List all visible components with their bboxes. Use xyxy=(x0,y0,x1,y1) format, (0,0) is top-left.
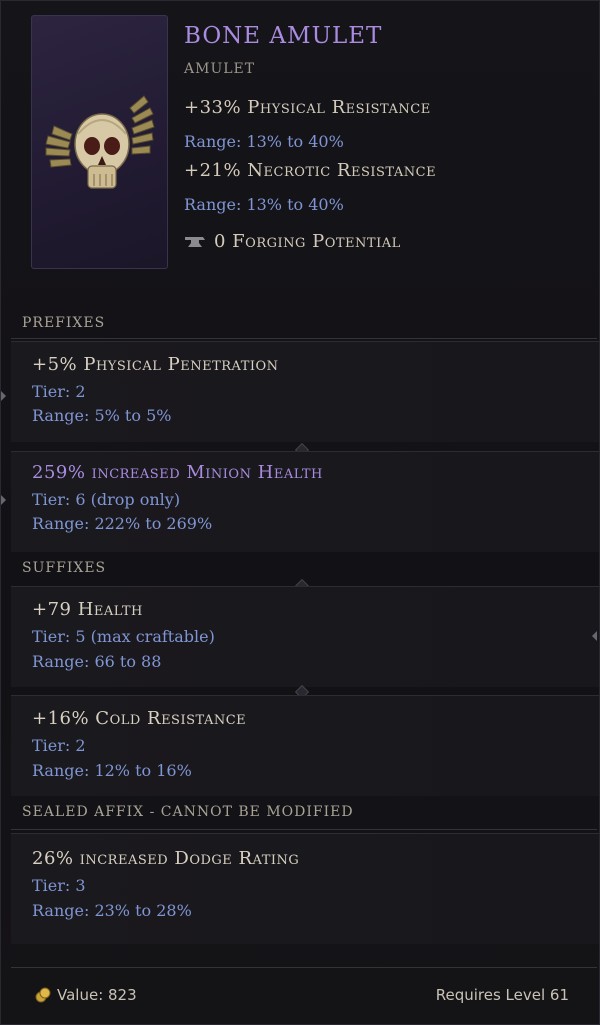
affix-range: Range: 5% to 5% xyxy=(32,406,172,425)
footer-divider xyxy=(11,967,597,968)
skull-amulet-icon xyxy=(45,95,155,189)
required-level: Requires Level 61 xyxy=(435,986,569,1004)
item-value-text: Value: 823 xyxy=(57,986,137,1004)
sealed-affix-heading: SEALED AFFIX - CANNOT BE MODIFIED xyxy=(22,804,354,820)
item-tooltip: BONE AMULET AMULET +33% Physical Resista… xyxy=(0,0,600,1025)
forging-potential-text: 0 Forging Potential xyxy=(214,231,401,252)
affix-marker-icon xyxy=(1,495,6,505)
affix-marker-icon xyxy=(592,631,597,641)
implicit-2-text: +21% Necrotic Resistance xyxy=(184,160,437,181)
affix-range: Range: 23% to 28% xyxy=(32,901,192,920)
forging-potential: 0 Forging Potential xyxy=(184,231,401,252)
affix-name: +79 Health xyxy=(32,599,143,620)
affix-row[interactable]: +79 Health Tier: 5 (max craftable) Range… xyxy=(11,586,599,687)
affix-tier: Tier: 2 xyxy=(32,736,86,755)
affix-range: Range: 66 to 88 xyxy=(32,652,162,671)
affix-marker-icon xyxy=(1,391,6,401)
section-divider xyxy=(11,338,597,339)
affix-row[interactable]: 259% increased Minion Health Tier: 6 (dr… xyxy=(11,451,599,552)
affix-tier: Tier: 3 xyxy=(32,876,86,895)
affix-row[interactable]: +5% Physical Penetration Tier: 2 Range: … xyxy=(11,341,599,442)
suffixes-heading: SUFFIXES xyxy=(22,560,107,576)
affix-name: +5% Physical Penetration xyxy=(32,354,279,375)
item-type: AMULET xyxy=(184,61,256,77)
affix-tier: Tier: 6 (drop only) xyxy=(32,490,181,509)
item-value: Value: 823 xyxy=(35,986,137,1004)
affix-name: +16% Cold Resistance xyxy=(32,708,247,729)
affix-name: 259% increased Minion Health xyxy=(32,462,323,483)
affix-row[interactable]: +16% Cold Resistance Tier: 2 Range: 12% … xyxy=(11,695,599,796)
affix-tier: Tier: 2 xyxy=(32,382,86,401)
affix-tier: Tier: 5 (max craftable) xyxy=(32,627,215,646)
section-divider xyxy=(11,829,597,830)
item-name: BONE AMULET xyxy=(184,23,383,49)
affix-row[interactable]: 26% increased Dodge Rating Tier: 3 Range… xyxy=(11,833,599,944)
affix-range: Range: 12% to 16% xyxy=(32,761,192,780)
implicit-1-text: +33% Physical Resistance xyxy=(184,97,431,118)
gold-coins-icon xyxy=(35,987,51,1003)
anvil-icon xyxy=(185,236,205,247)
implicit-2-range: Range: 13% to 40% xyxy=(184,195,344,214)
prefixes-heading: PREFIXES xyxy=(22,315,106,331)
implicit-1-range: Range: 13% to 40% xyxy=(184,132,344,151)
affix-range: Range: 222% to 269% xyxy=(32,514,213,533)
affix-name: 26% increased Dodge Rating xyxy=(32,848,300,869)
item-art xyxy=(31,15,168,269)
